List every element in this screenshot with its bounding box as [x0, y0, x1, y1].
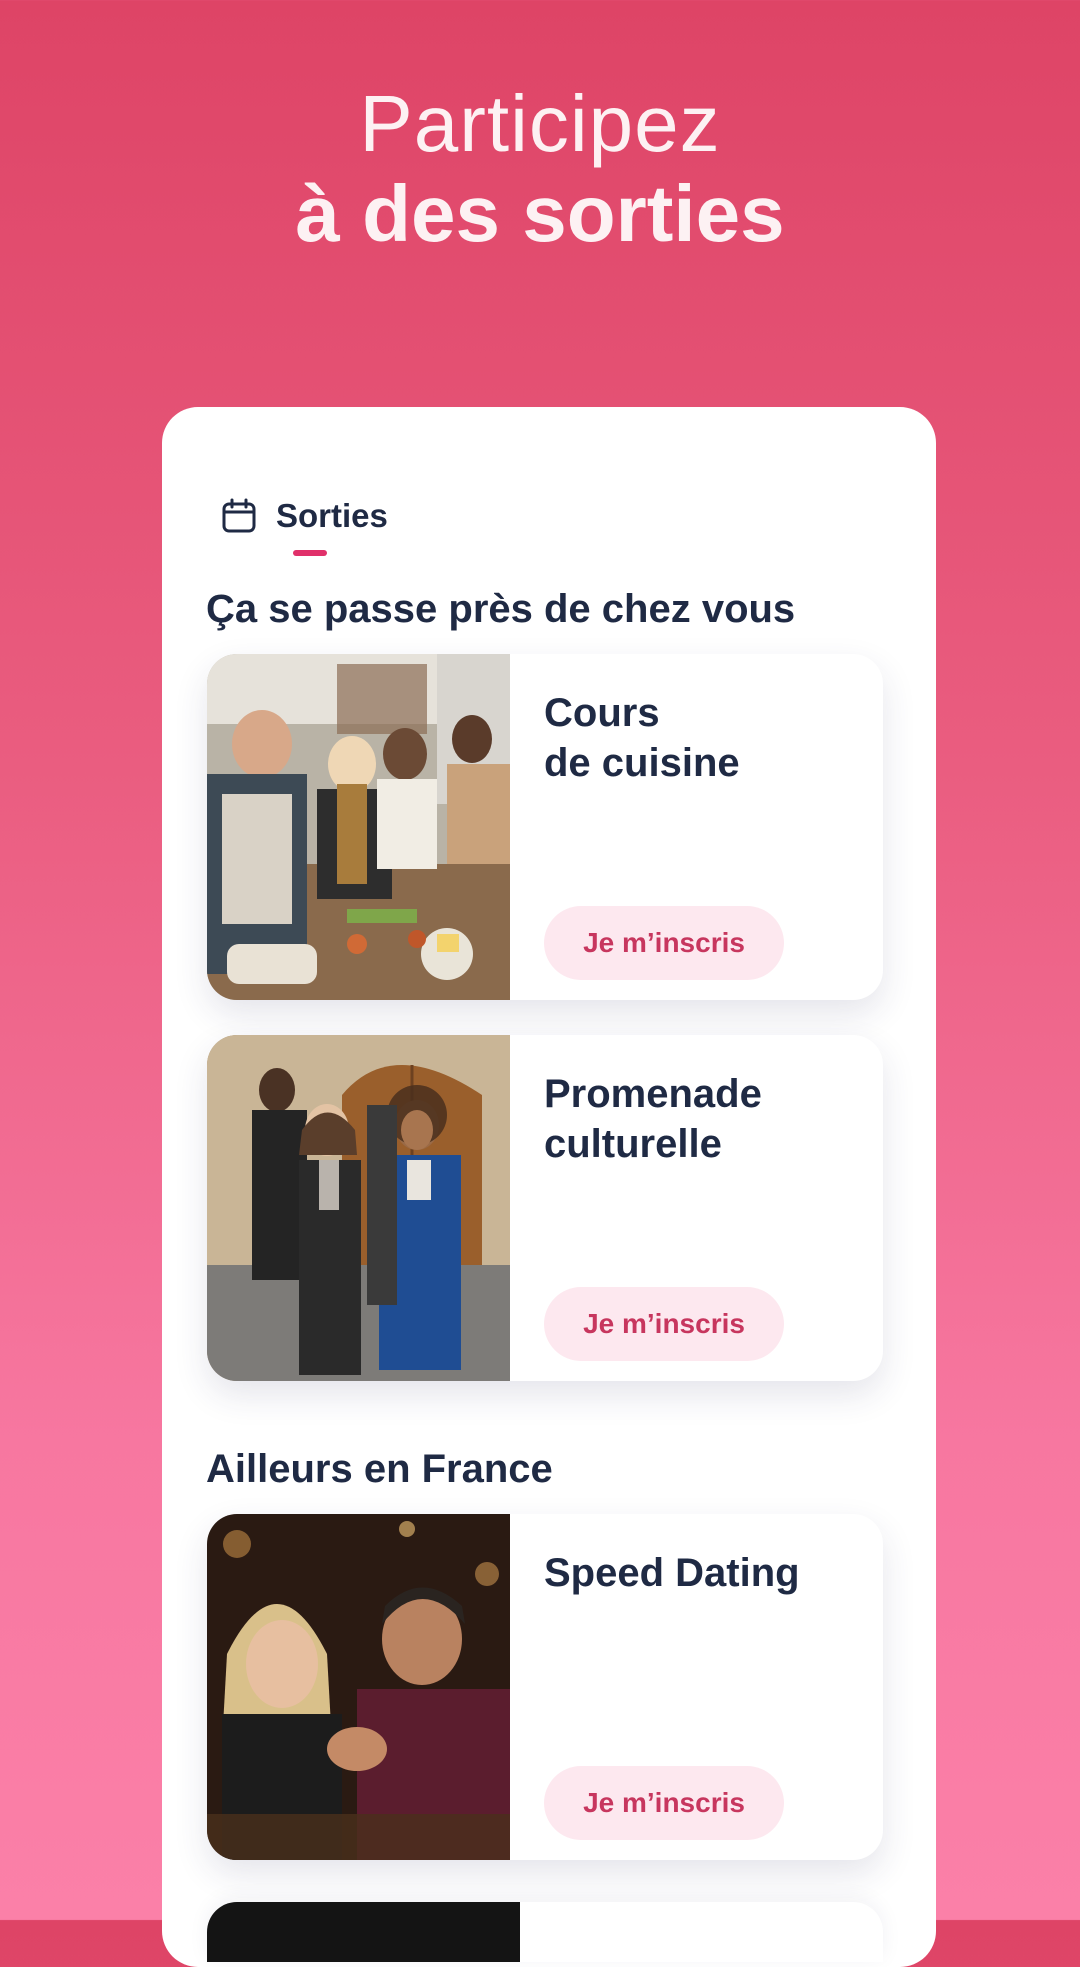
signup-button[interactable]: Je m’inscris	[544, 906, 784, 980]
event-title-text: Cours de cuisine	[544, 691, 740, 785]
event-title-text: Speed Dating	[544, 1551, 800, 1595]
event-title: Speed Dating	[544, 1548, 864, 1598]
tab-active-indicator	[293, 550, 327, 556]
event-card-speed-dating[interactable]: Speed Dating Je m’inscris	[207, 1514, 883, 1860]
cooking-class-photo	[207, 654, 510, 1000]
event-card-partial[interactable]	[207, 1902, 883, 1962]
event-card-walk[interactable]: Promenade culturelle Je m’inscris	[207, 1035, 883, 1381]
tab-label: Sorties	[276, 497, 388, 534]
tab-sorties[interactable]: Sorties	[222, 491, 388, 541]
event-title: Promenade culturelle	[544, 1069, 864, 1169]
phone-screen-panel: Sorties Ça se passe près de chez vous Co…	[162, 407, 936, 1967]
section-title-elsewhere: Ailleurs en France	[206, 1447, 553, 1491]
headline-line-1: Participez	[359, 79, 721, 168]
cultural-walk-photo	[207, 1035, 510, 1381]
calendar-icon	[222, 498, 256, 533]
signup-button[interactable]: Je m’inscris	[544, 1766, 784, 1840]
event-card-cooking[interactable]: Cours de cuisine Je m’inscris	[207, 654, 883, 1000]
speed-dating-photo	[207, 1514, 510, 1860]
event-title-text: Promenade culturelle	[544, 1072, 762, 1166]
headline-line-2: à des sorties	[295, 169, 785, 258]
event-photo-partial	[207, 1902, 520, 1962]
headline: Participez à des sorties	[0, 80, 1080, 260]
section-title-nearby: Ça se passe près de chez vous	[206, 587, 796, 631]
event-title: Cours de cuisine	[544, 688, 864, 788]
signup-button[interactable]: Je m’inscris	[544, 1287, 784, 1361]
